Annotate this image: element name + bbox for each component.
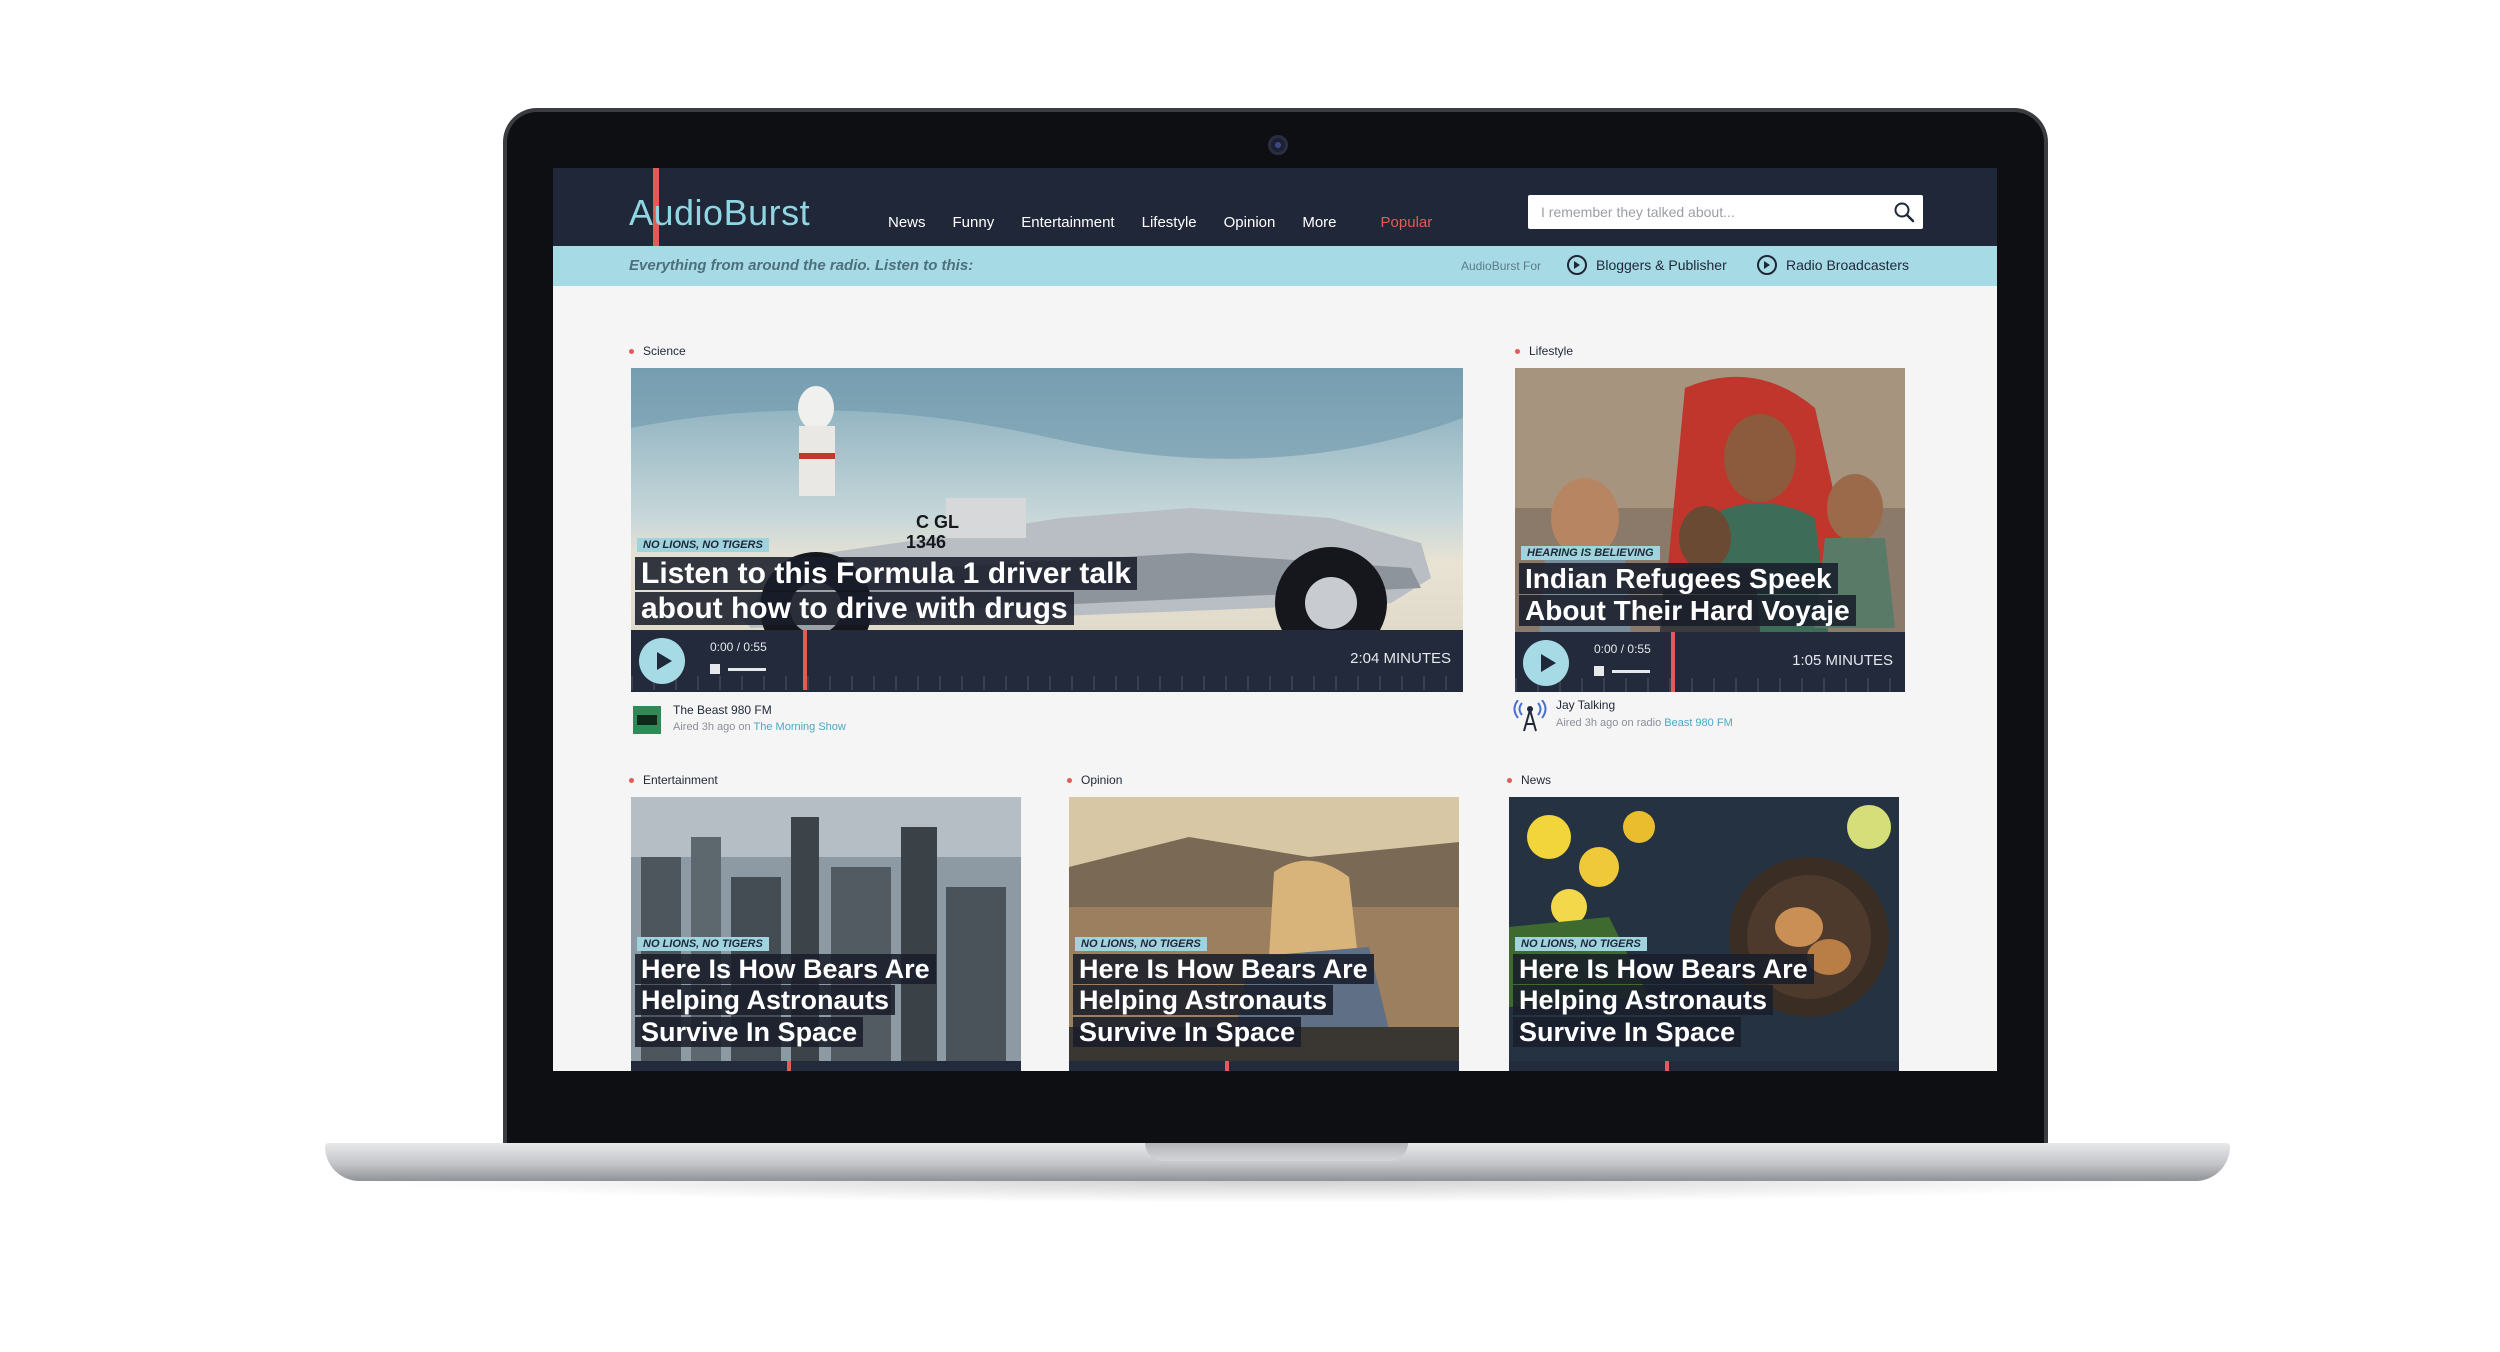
logo[interactable]: AudioBurst: [629, 192, 810, 234]
audioburst-for-label: AudioBurst For: [1461, 259, 1542, 273]
sub-bar: Everything from around the radio. Listen…: [553, 246, 1997, 286]
radio-broadcasters-label: Radio Broadcasters: [1786, 257, 1909, 273]
category-label: Science: [629, 344, 686, 358]
volume-bar[interactable]: [1612, 670, 1650, 673]
main-nav: News Funny Entertainment Lifestyle Opini…: [888, 214, 1459, 231]
waveform: [631, 630, 1463, 690]
audio-player: [1509, 1061, 1899, 1071]
time-total: 0:55: [1627, 642, 1651, 656]
category-label: News: [1507, 773, 1551, 787]
aired-prefix: Aired 3h ago on radio: [1556, 717, 1662, 729]
progress-marker[interactable]: [1665, 1061, 1669, 1071]
progress-marker[interactable]: [787, 1061, 791, 1071]
progress-marker[interactable]: [1225, 1061, 1229, 1071]
svg-text:C GL: C GL: [916, 512, 959, 532]
audio-player: 0:00 / 0:55 1:05 MINUTES: [1515, 632, 1905, 692]
search-box: [1528, 195, 1923, 229]
story-tag: NO LIONS, NO TIGERS: [1515, 937, 1647, 951]
category-label: Opinion: [1067, 773, 1122, 787]
headline-line: Listen to this Formula 1 driver talk: [635, 557, 1138, 590]
featured-card-lifestyle[interactable]: HEARING IS BELIEVING Indian Refugees Spe…: [1515, 368, 1905, 692]
nav-item-lifestyle[interactable]: Lifestyle: [1142, 214, 1197, 231]
duration: 1:05 MINUTES: [1792, 652, 1893, 669]
source-name[interactable]: The Beast 980 FM: [673, 703, 772, 717]
category-label: Lifestyle: [1515, 344, 1573, 358]
nav-item-more[interactable]: More: [1302, 214, 1336, 231]
nav-item-entertainment[interactable]: Entertainment: [1021, 214, 1114, 231]
story-headline[interactable]: Listen to this Formula 1 driver talk abo…: [635, 557, 1138, 627]
time-display: 0:00 / 0:55: [710, 640, 767, 654]
headline-line: Helping Astronauts: [635, 985, 896, 1016]
story-headline[interactable]: Here Is How Bears Are Helping Astronauts…: [635, 954, 936, 1048]
story-tag: NO LIONS, NO TIGERS: [1075, 937, 1207, 951]
time-current: 0:00: [1594, 642, 1618, 656]
nav-item-news[interactable]: News: [888, 214, 926, 231]
duration: 2:04 MINUTES: [1350, 650, 1451, 667]
category-label: Entertainment: [629, 773, 718, 787]
story-card-news[interactable]: NO LIONS, NO TIGERS Here Is How Bears Ar…: [1509, 797, 1899, 1071]
tagline: Everything from around the radio. Listen…: [629, 257, 974, 274]
bloggers-publisher-link[interactable]: Bloggers & Publisher: [1567, 255, 1727, 275]
bloggers-publisher-label: Bloggers & Publisher: [1596, 257, 1727, 273]
laptop-shadow: [360, 1181, 2195, 1203]
screen: AudioBurst News Funny Entertainment Life…: [553, 168, 1997, 1071]
time-display: 0:00 / 0:55: [1594, 642, 1651, 656]
story-headline[interactable]: Here Is How Bears Are Helping Astronauts…: [1513, 954, 1814, 1048]
story-headline[interactable]: Indian Refugees Speek About Their Hard V…: [1519, 563, 1856, 628]
headline-line: Survive In Space: [1073, 1016, 1302, 1047]
camera-icon: [1268, 135, 1288, 155]
nav-item-funny[interactable]: Funny: [953, 214, 995, 231]
station-logo-icon: [633, 706, 661, 734]
progress-marker[interactable]: [803, 630, 807, 690]
headline-line: Here Is How Bears Are: [1073, 954, 1374, 984]
nav-item-popular[interactable]: Popular: [1381, 214, 1433, 231]
search-icon[interactable]: [1893, 201, 1915, 223]
headline-line: about how to drive with drugs: [635, 591, 1074, 625]
time-current: 0:00: [710, 640, 734, 654]
story-card-entertainment[interactable]: NO LIONS, NO TIGERS Here Is How Bears Ar…: [631, 797, 1021, 1071]
headline-line: Here Is How Bears Are: [635, 954, 936, 984]
stop-icon[interactable]: [710, 664, 720, 674]
svg-text:1346: 1346: [906, 532, 946, 552]
aired-info: Aired 3h ago on radio Beast 980 FM: [1556, 717, 1733, 729]
aired-info: Aired 3h ago on The Morning Show: [673, 721, 846, 733]
headline-line: Helping Astronauts: [1513, 985, 1774, 1016]
headline-line: Survive In Space: [635, 1016, 864, 1047]
laptop-notch: [1145, 1143, 1408, 1161]
audio-player: [631, 1061, 1021, 1071]
headline-line: Survive In Space: [1513, 1016, 1742, 1047]
headline-line: Here Is How Bears Are: [1513, 954, 1814, 984]
progress-marker[interactable]: [1671, 632, 1675, 692]
nav-item-opinion[interactable]: Opinion: [1224, 214, 1276, 231]
arrow-circle-icon: [1567, 255, 1587, 275]
station-link[interactable]: Beast 980 FM: [1664, 717, 1732, 729]
radio-broadcasters-link[interactable]: Radio Broadcasters: [1757, 255, 1909, 275]
source-name[interactable]: Jay Talking: [1556, 698, 1615, 712]
headline-line: About Their Hard Voyaje: [1519, 595, 1856, 627]
story-headline[interactable]: Here Is How Bears Are Helping Astronauts…: [1073, 954, 1374, 1048]
volume-bar[interactable]: [728, 668, 766, 671]
aired-prefix: Aired 3h ago on: [673, 721, 751, 733]
time-separator: /: [736, 640, 741, 654]
story-card-opinion[interactable]: NO LIONS, NO TIGERS Here Is How Bears Ar…: [1069, 797, 1459, 1071]
search-input[interactable]: [1528, 195, 1883, 229]
radio-tower-icon: [1513, 700, 1547, 732]
play-icon[interactable]: [639, 638, 685, 684]
story-tag: NO LIONS, NO TIGERS: [637, 538, 769, 552]
arrow-circle-icon: [1757, 255, 1777, 275]
time-total: 0:55: [743, 640, 767, 654]
stop-icon[interactable]: [1594, 666, 1604, 676]
audio-player: [1069, 1061, 1459, 1071]
story-tag: NO LIONS, NO TIGERS: [637, 937, 769, 951]
top-navbar: AudioBurst News Funny Entertainment Life…: [553, 168, 1997, 246]
time-separator: /: [1620, 642, 1625, 656]
play-icon[interactable]: [1523, 640, 1569, 686]
featured-card-science[interactable]: C GL 1346 NO LIONS, NO TIGERS Listen to …: [631, 368, 1463, 692]
show-link[interactable]: The Morning Show: [754, 721, 846, 733]
headline-line: Helping Astronauts: [1073, 985, 1334, 1016]
audio-player: 0:00 / 0:55 2:04 MINUTES: [631, 630, 1463, 692]
headline-line: Indian Refugees Speek: [1519, 563, 1838, 594]
story-tag: HEARING IS BELIEVING: [1521, 546, 1660, 560]
